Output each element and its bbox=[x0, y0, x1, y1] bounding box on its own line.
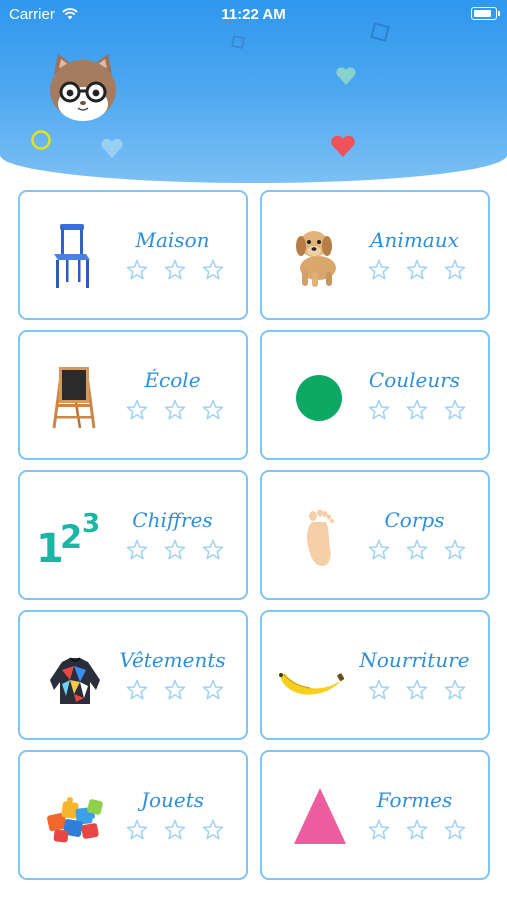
cat-mascot-icon[interactable] bbox=[44, 52, 122, 124]
number-two: 2 bbox=[60, 518, 82, 556]
category-grid: Maison Animaux École Couleurs 1 2 3 Chif… bbox=[18, 190, 490, 880]
star-outline-icon bbox=[164, 399, 186, 420]
banana-icon bbox=[279, 673, 345, 695]
category-label: École bbox=[144, 368, 201, 392]
clock: 11:22 AM bbox=[221, 6, 286, 23]
star-outline-icon bbox=[406, 399, 428, 420]
star-outline-icon bbox=[406, 259, 428, 280]
puppy-icon bbox=[296, 231, 336, 287]
star-outline-icon bbox=[406, 679, 428, 700]
heart-icon bbox=[101, 138, 123, 158]
heart-icon bbox=[331, 135, 355, 157]
star-outline-icon bbox=[368, 539, 390, 560]
star-outline-icon bbox=[444, 259, 466, 280]
star-rating bbox=[367, 678, 467, 702]
category-label: Jouets bbox=[140, 788, 205, 812]
category-label: Chiffres bbox=[132, 508, 213, 532]
star-outline-icon bbox=[444, 819, 466, 840]
category-label: Formes bbox=[376, 788, 453, 812]
star-outline-icon bbox=[164, 679, 186, 700]
star-outline-icon bbox=[164, 259, 186, 280]
category-card-corps[interactable]: Corps bbox=[260, 470, 490, 600]
chalkboard-icon bbox=[52, 367, 96, 429]
category-label: Nourriture bbox=[359, 648, 470, 672]
foot-icon bbox=[307, 509, 334, 566]
category-card-jouets[interactable]: Jouets bbox=[18, 750, 248, 880]
star-outline-icon bbox=[444, 539, 466, 560]
star-outline-icon bbox=[368, 819, 390, 840]
category-card-couleurs[interactable]: Couleurs bbox=[260, 330, 490, 460]
category-label: Maison bbox=[135, 228, 210, 252]
star-outline-icon bbox=[406, 819, 428, 840]
star-outline-icon bbox=[368, 259, 390, 280]
heart-icon bbox=[336, 67, 356, 85]
star-outline-icon bbox=[368, 399, 390, 420]
star-rating bbox=[125, 258, 225, 282]
star-outline-icon bbox=[202, 679, 224, 700]
square-outline-icon bbox=[231, 35, 245, 49]
star-rating bbox=[125, 678, 225, 702]
star-outline-icon bbox=[126, 399, 148, 420]
header: Carrier 11:22 AM bbox=[0, 0, 507, 183]
category-card-chiffres[interactable]: 1 2 3 Chiffres bbox=[18, 470, 248, 600]
puzzle-icon bbox=[47, 797, 103, 843]
star-rating bbox=[367, 538, 467, 562]
category-card-nourriture[interactable]: Nourriture bbox=[260, 610, 490, 740]
status-bar: Carrier 11:22 AM bbox=[0, 0, 507, 28]
star-outline-icon bbox=[126, 679, 148, 700]
star-outline-icon bbox=[444, 679, 466, 700]
star-outline-icon bbox=[126, 819, 148, 840]
category-card-maison[interactable]: Maison bbox=[18, 190, 248, 320]
star-outline-icon bbox=[126, 259, 148, 280]
chair-icon bbox=[54, 224, 90, 288]
star-outline-icon bbox=[406, 539, 428, 560]
green-circle-icon bbox=[296, 375, 342, 421]
category-label: Corps bbox=[384, 508, 445, 532]
star-outline-icon bbox=[202, 399, 224, 420]
star-rating bbox=[367, 398, 467, 422]
star-rating bbox=[125, 398, 225, 422]
star-outline-icon bbox=[444, 399, 466, 420]
battery-icon bbox=[471, 7, 500, 20]
star-outline-icon bbox=[202, 539, 224, 560]
star-outline-icon bbox=[202, 819, 224, 840]
star-rating bbox=[367, 818, 467, 842]
numbers-icon: 1 2 3 bbox=[36, 509, 100, 570]
triangle-icon bbox=[294, 788, 346, 844]
circle-outline-icon bbox=[31, 130, 51, 150]
star-rating bbox=[367, 258, 467, 282]
number-three: 3 bbox=[82, 509, 100, 539]
category-card-vetements[interactable]: Vêtements bbox=[18, 610, 248, 740]
category-label: Vêtements bbox=[119, 648, 226, 672]
star-outline-icon bbox=[164, 819, 186, 840]
star-outline-icon bbox=[368, 679, 390, 700]
star-rating bbox=[125, 538, 225, 562]
star-outline-icon bbox=[164, 539, 186, 560]
category-card-formes[interactable]: Formes bbox=[260, 750, 490, 880]
square-outline-icon bbox=[370, 22, 390, 42]
star-outline-icon bbox=[202, 259, 224, 280]
category-card-animaux[interactable]: Animaux bbox=[260, 190, 490, 320]
category-label: Animaux bbox=[370, 228, 459, 252]
sweater-icon bbox=[50, 657, 100, 704]
star-outline-icon bbox=[126, 539, 148, 560]
category-label: Couleurs bbox=[368, 368, 461, 392]
category-card-ecole[interactable]: École bbox=[18, 330, 248, 460]
star-rating bbox=[125, 818, 225, 842]
